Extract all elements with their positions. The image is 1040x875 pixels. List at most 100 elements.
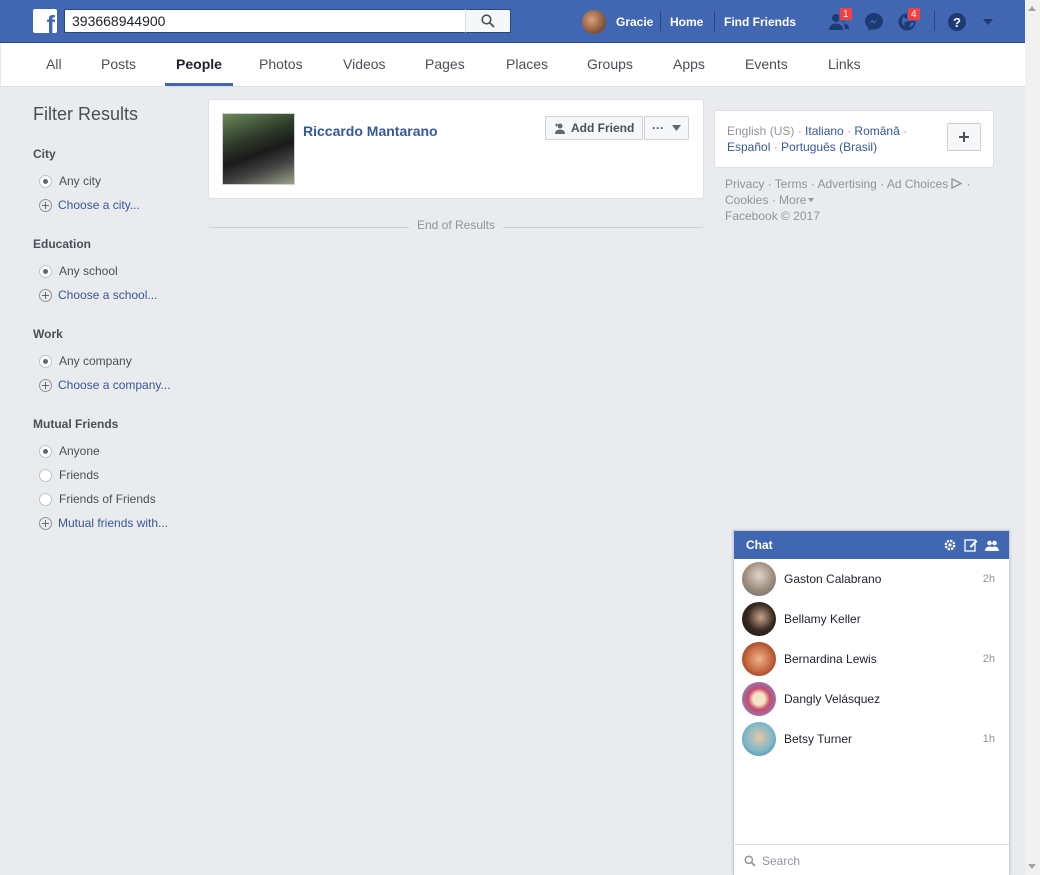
tab-links[interactable]: Links — [818, 43, 871, 86]
filter-option-any-company[interactable]: Any company — [33, 349, 203, 373]
chat-contact[interactable]: Betsy Turner 1h — [734, 719, 1009, 759]
more-options-button[interactable]: ··· — [644, 116, 689, 140]
chat-contact-name: Betsy Turner — [784, 732, 853, 746]
chat-contact[interactable]: Dangly Velásquez — [734, 679, 1009, 719]
profile-link[interactable]: Gracie — [582, 0, 653, 43]
top-navigation-bar: f Gracie Home Find Friends 1 4 ? — [0, 0, 1025, 43]
mutual-friends-with-link[interactable]: Mutual friends with... — [33, 511, 203, 535]
language-link[interactable]: Română — [854, 124, 899, 138]
filter-option-label: Any company — [59, 354, 132, 368]
messenger-icon — [865, 13, 883, 31]
language-link[interactable]: Español — [727, 140, 770, 154]
friend-requests-button[interactable]: 1 — [828, 7, 853, 33]
scroll-down-arrow-icon[interactable] — [1028, 864, 1036, 869]
avatar — [742, 562, 776, 596]
filter-option-label: Anyone — [59, 444, 100, 458]
notifications-button[interactable]: 4 — [896, 7, 921, 33]
choose-city-link[interactable]: Choose a city... — [33, 193, 203, 217]
advertising-link[interactable]: Advertising — [817, 177, 876, 191]
plus-circle-icon — [39, 378, 52, 392]
tab-apps[interactable]: Apps — [663, 43, 715, 86]
radio-selected-icon — [39, 264, 52, 278]
avatar — [742, 722, 776, 756]
chat-contact[interactable]: Bellamy Keller — [734, 599, 1009, 639]
home-link[interactable]: Home — [670, 15, 703, 29]
choose-company-link[interactable]: Choose a company... — [33, 373, 203, 397]
logo-letter: f — [46, 11, 55, 34]
filter-group-mutual-friends: Mutual Friends Anyone Friends Friends of… — [33, 417, 203, 535]
add-friend-label: Add Friend — [571, 121, 635, 135]
chat-contact-name: Dangly Velásquez — [784, 692, 881, 706]
language-link[interactable]: Português (Brasil) — [781, 140, 877, 154]
search-icon — [744, 854, 756, 867]
chat-contact-time: 2h — [982, 653, 995, 665]
terms-link[interactable]: Terms — [775, 177, 808, 191]
language-link[interactable]: Italiano — [805, 124, 844, 138]
find-friends-link[interactable]: Find Friends — [724, 15, 796, 29]
chat-contact-time: 2h — [982, 573, 995, 585]
chat-search-bar — [734, 844, 1009, 875]
filter-sidebar: Filter Results City Any city Choose a ci… — [33, 104, 203, 555]
search-input[interactable] — [65, 10, 463, 32]
language-list: English (US) · Italiano · Română · Españ… — [727, 124, 908, 154]
more-languages-button[interactable] — [947, 123, 981, 151]
tab-events[interactable]: Events — [735, 43, 798, 86]
more-link[interactable]: More — [779, 193, 806, 207]
friend-requests-badge: 1 — [839, 7, 853, 21]
tab-posts[interactable]: Posts — [91, 43, 146, 86]
filter-option-any-city[interactable]: Any city — [33, 169, 203, 193]
radio-selected-icon — [39, 444, 52, 458]
profile-photo[interactable] — [222, 113, 295, 185]
filter-group-city: City Any city Choose a city... — [33, 147, 203, 217]
more-dots: ··· — [652, 121, 664, 135]
filter-option-label: Friends — [59, 468, 100, 482]
nav-divider — [934, 11, 935, 31]
tab-photos[interactable]: Photos — [249, 43, 313, 86]
tab-videos[interactable]: Videos — [333, 43, 396, 86]
choose-school-link[interactable]: Choose a school... — [33, 283, 203, 307]
add-friend-button[interactable]: Add Friend — [545, 116, 644, 140]
tab-groups[interactable]: Groups — [577, 43, 643, 86]
search-button[interactable] — [465, 9, 511, 33]
cookies-link[interactable]: Cookies — [725, 193, 768, 207]
result-name-link[interactable]: Riccardo Mantarano — [303, 123, 438, 139]
help-icon: ? — [948, 13, 966, 31]
svg-text:?: ? — [953, 15, 961, 30]
filter-title: Filter Results — [33, 104, 139, 124]
chat-contact[interactable]: Gaston Calabrano 2h — [734, 559, 1009, 599]
gear-icon[interactable] — [943, 538, 957, 552]
tab-all[interactable]: All — [36, 43, 72, 86]
filter-option-any-school[interactable]: Any school — [33, 259, 203, 283]
chat-header[interactable]: Chat — [734, 531, 1009, 559]
radio-icon — [39, 468, 52, 482]
account-menu-button[interactable] — [980, 11, 1002, 33]
tab-people[interactable]: People — [165, 43, 233, 86]
chat-contact[interactable]: Bernardina Lewis 2h — [734, 639, 1009, 679]
help-button[interactable]: ? — [946, 11, 968, 33]
facebook-logo[interactable]: f — [33, 9, 57, 33]
privacy-link[interactable]: Privacy — [725, 177, 764, 191]
chat-contact-time: 1h — [982, 733, 995, 745]
tab-pages[interactable]: Pages — [415, 43, 475, 86]
scroll-up-arrow-icon[interactable] — [1028, 6, 1036, 11]
page-scrollbar[interactable] — [1025, 0, 1040, 875]
caret-down-icon — [983, 19, 993, 25]
chat-search-input[interactable] — [762, 853, 982, 868]
plus-icon — [959, 132, 969, 142]
filter-option-friends[interactable]: Friends — [33, 463, 203, 487]
current-language: English (US) — [727, 124, 795, 138]
filter-option-friends-of-friends[interactable]: Friends of Friends — [33, 487, 203, 511]
ad-choices-link[interactable]: Ad Choices — [887, 177, 948, 191]
filter-heading: Education — [33, 237, 92, 251]
tab-places[interactable]: Places — [496, 43, 558, 86]
create-group-icon[interactable] — [985, 538, 999, 552]
filter-heading: City — [33, 147, 56, 161]
plus-circle-icon — [39, 198, 52, 212]
messages-button[interactable] — [863, 11, 885, 33]
copyright: Facebook © 2017 — [725, 209, 820, 223]
language-selector-box: English (US) · Italiano · Română · Españ… — [714, 110, 994, 168]
plus-circle-icon — [39, 516, 52, 530]
filter-option-label: Friends of Friends — [59, 492, 156, 506]
compose-icon[interactable] — [964, 538, 978, 552]
filter-option-anyone[interactable]: Anyone — [33, 439, 203, 463]
